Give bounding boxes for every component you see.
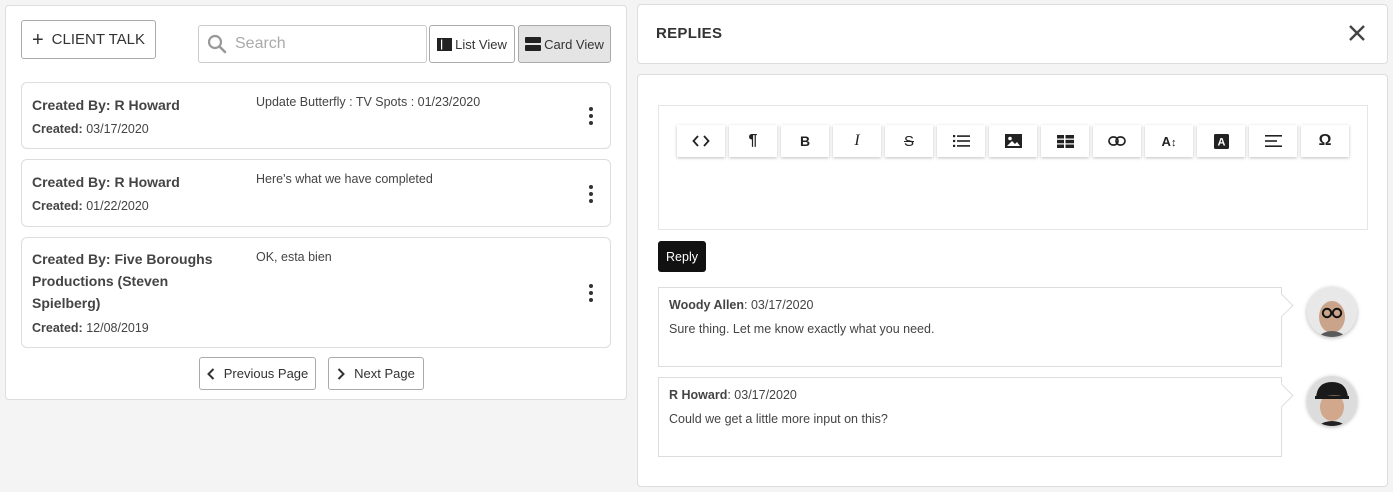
italic-button[interactable]: I [833,125,881,157]
italic-icon: I [854,132,860,149]
previous-page-label: Previous Page [223,366,309,381]
next-page-button[interactable]: Next Page [328,357,424,390]
client-talk-label: CLIENT TALK [51,31,146,48]
card-view-label: Card View [544,36,604,52]
plus-icon: + [31,28,44,51]
client-talk-card[interactable]: Created By: R Howard Created: 01/22/2020… [21,159,611,227]
reply-comment: R Howard: 03/17/2020 Could we get a litt… [658,377,1282,457]
list-view-button[interactable]: List View [429,25,515,63]
replies-body: ¶ B I S A↕ A Ω Reply Woody Allen: 03/17/… [637,74,1388,487]
card-view-button[interactable]: Card View [518,25,611,63]
list-view-icon [437,37,453,51]
search-input[interactable] [235,35,415,53]
card-author: Created By: Five Boroughs Productions (S… [32,251,213,311]
card-subject: Update Butterfly : TV Spots : 01/23/2020 [256,95,481,109]
created-date: 12/08/2019 [86,321,149,335]
card-created: Created: 12/08/2019 [32,321,149,335]
search-icon [207,34,227,54]
editor-toolbar: ¶ B I S A↕ A Ω [677,125,1349,157]
omega-icon: Ω [1318,132,1332,149]
comment-author: R Howard [669,388,728,402]
avatar-photo [1307,376,1357,426]
close-icon[interactable] [1345,21,1369,45]
code-icon [692,135,710,147]
created-label: Created: [32,321,83,335]
font-size-icon: A↕ [1161,133,1177,149]
add-client-talk-button[interactable]: + CLIENT TALK [21,20,156,59]
replies-header: REPLIES [637,4,1388,64]
font-size-button[interactable]: A↕ [1145,125,1193,157]
card-view-icon [525,37,542,51]
paragraph-icon: ¶ [748,132,758,149]
avatar-photo [1307,287,1357,337]
client-talk-card[interactable]: Created By: R Howard Created: 03/17/2020… [21,82,611,149]
font-color-button[interactable]: A [1197,125,1245,157]
card-created: Created: 03/17/2020 [32,122,149,136]
client-talk-panel: + CLIENT TALK List View Card View Create… [5,5,627,400]
align-button[interactable] [1249,125,1297,157]
comment-date: : 03/17/2020 [727,388,797,402]
created-label: Created: [32,199,83,213]
more-options-icon[interactable] [586,185,596,203]
card-subject: OK, esta bien [256,250,332,264]
strikethrough-icon: S [903,132,914,150]
reply-editor[interactable]: ¶ B I S A↕ A Ω [658,105,1368,230]
image-button[interactable] [989,125,1037,157]
card-author: Created By: R Howard [32,97,180,113]
client-talk-card[interactable]: Created By: Five Boroughs Productions (S… [21,237,611,348]
comment-meta: Woody Allen: 03/17/2020 [669,298,814,312]
avatar [1307,287,1357,337]
comment-author: Woody Allen [669,298,744,312]
paragraph-button[interactable]: ¶ [729,125,777,157]
special-chars-button[interactable]: Ω [1301,125,1349,157]
comment-meta: R Howard: 03/17/2020 [669,388,797,402]
image-icon [1004,134,1022,148]
search-box[interactable] [198,25,427,63]
chevron-right-icon [337,367,346,380]
svg-text:A: A [1217,136,1225,148]
align-left-icon [1264,135,1282,147]
previous-page-button[interactable]: Previous Page [199,357,316,390]
card-created: Created: 01/22/2020 [32,199,149,213]
card-subject: Here's what we have completed [256,172,433,186]
list-view-label: List View [455,36,507,52]
link-button[interactable] [1093,125,1141,157]
list-icon [952,135,970,147]
bold-button[interactable]: B [781,125,829,157]
card-author: Created By: R Howard [32,174,180,190]
replies-title: REPLIES [656,25,723,42]
reply-button[interactable]: Reply [658,241,706,272]
bold-icon: B [799,133,811,149]
comment-text: Could we get a little more input on this… [669,412,888,426]
more-options-icon[interactable] [586,107,596,125]
avatar [1307,376,1357,426]
comment-date: : 03/17/2020 [744,298,814,312]
created-date: 03/17/2020 [86,122,149,136]
list-button[interactable] [937,125,985,157]
strikethrough-button[interactable]: S [885,125,933,157]
comment-text: Sure thing. Let me know exactly what you… [669,322,935,336]
font-color-icon: A [1213,133,1229,149]
table-icon [1056,134,1074,148]
created-date: 01/22/2020 [86,199,149,213]
code-view-button[interactable] [677,125,725,157]
created-label: Created: [32,122,83,136]
reply-comment: Woody Allen: 03/17/2020 Sure thing. Let … [658,287,1282,367]
chevron-left-icon [206,367,214,380]
link-icon [1108,136,1126,146]
table-button[interactable] [1041,125,1089,157]
next-page-label: Next Page [354,366,415,381]
more-options-icon[interactable] [586,284,596,302]
